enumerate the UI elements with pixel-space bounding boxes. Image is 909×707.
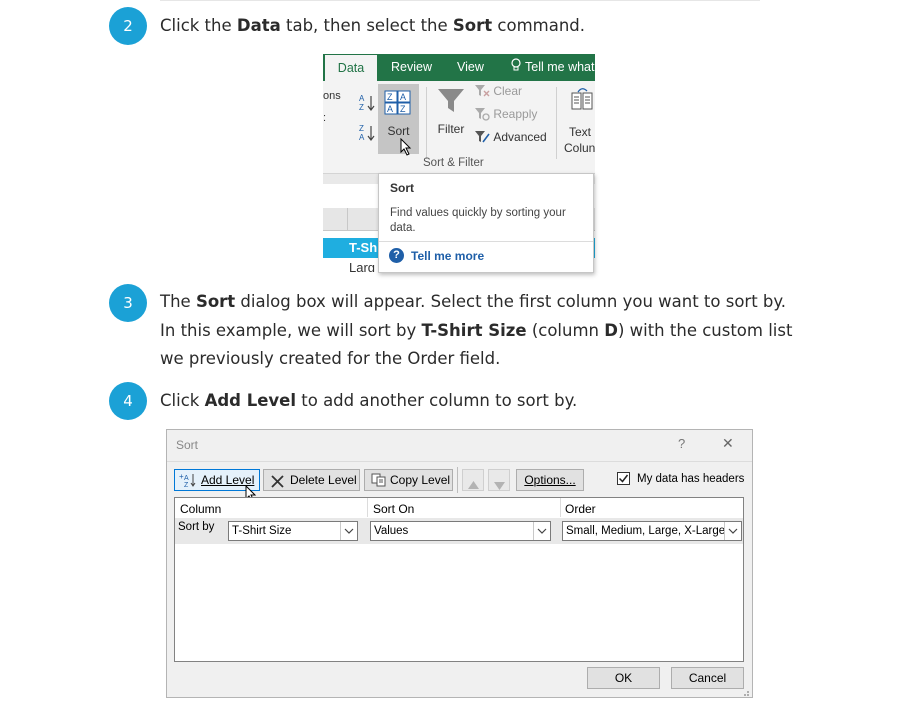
text-to-columns-icon — [571, 87, 593, 116]
svg-text:A: A — [359, 94, 365, 103]
svg-text:Z: Z — [400, 104, 406, 114]
sort-button[interactable]: ZAAZ Sort — [378, 84, 419, 156]
svg-text:Z: Z — [387, 92, 393, 102]
add-level-icon: + A Z — [179, 472, 197, 494]
tooltip-description: Find values quickly by sorting your data… — [390, 207, 566, 234]
svg-text:Z: Z — [359, 103, 364, 112]
reapply-icon — [474, 108, 490, 124]
move-down-button[interactable] — [488, 469, 510, 491]
move-up-button[interactable] — [462, 469, 484, 491]
sort-on-header: Sort On — [373, 502, 415, 516]
checkmark-icon — [618, 474, 629, 483]
step-2-text: Click the Data tab, then select the Sort… — [160, 16, 586, 35]
cell-text: Larg — [349, 260, 376, 272]
svg-text:Z: Z — [184, 482, 189, 488]
arrow-up-icon — [468, 475, 479, 495]
advanced-button[interactable]: Advanced — [474, 130, 547, 147]
cancel-button[interactable]: Cancel — [671, 667, 744, 689]
column-select[interactable]: T-Shirt Size — [228, 521, 358, 541]
sort-filter-group-label: Sort & Filter — [423, 157, 484, 169]
order-select[interactable]: Small, Medium, Large, X-Large — [562, 521, 742, 541]
partial-group-label: ons — [323, 90, 341, 102]
mouse-cursor-icon — [400, 137, 412, 159]
tab-tell-me[interactable]: Tell me what — [511, 54, 594, 81]
dialog-title: Sort — [176, 438, 199, 452]
partial-dot: : — [323, 112, 327, 124]
columns-label: Colun — [564, 141, 595, 155]
chevron-down-icon — [724, 522, 741, 540]
funnel-icon — [437, 87, 465, 118]
close-icon[interactable]: ✕ — [722, 435, 734, 452]
clear-filter-icon — [474, 85, 490, 101]
sort-icon: ZAAZ — [384, 90, 412, 119]
step-number-badge: 2 — [109, 7, 147, 45]
group-separator — [556, 87, 557, 159]
header-cell-text: T-Sh — [349, 240, 378, 255]
options-button[interactable]: Options... — [516, 469, 584, 491]
reapply-button[interactable]: Reapply — [474, 107, 537, 124]
resize-grip-icon[interactable] — [741, 686, 750, 700]
advanced-filter-icon — [474, 131, 490, 147]
headers-checkbox[interactable] — [617, 472, 630, 485]
delete-level-button[interactable]: Delete Level — [263, 469, 360, 491]
lightbulb-icon — [511, 54, 521, 81]
group-separator — [426, 87, 427, 159]
sort-by-label: Sort by — [178, 521, 215, 533]
sort-dialog: Sort ? ✕ + A Z Add Level Delete Level Copy… — [166, 429, 753, 698]
tooltip-divider — [379, 241, 593, 242]
svg-text:Z: Z — [359, 124, 364, 133]
svg-text:A: A — [184, 475, 189, 482]
sort-a-to-z-icon[interactable]: AZ — [359, 93, 375, 116]
copy-level-button[interactable]: Copy Level — [364, 469, 453, 491]
step-number-badge: 4 — [109, 382, 147, 420]
step-4-text: Click Add Level to add another column to… — [160, 391, 578, 410]
tab-data[interactable]: Data — [325, 54, 377, 82]
sort-levels-grid: Column Sort On Order Sort by T-Shirt Siz… — [174, 497, 744, 662]
tooltip-title: Sort — [390, 181, 414, 195]
help-icon[interactable]: ? — [678, 436, 685, 451]
ribbon-body: ons : AZ ZA ZAAZ Sort Filter Clear Reapp… — [323, 81, 595, 174]
chevron-down-icon — [533, 522, 550, 540]
sort-on-select[interactable]: Values — [370, 521, 551, 541]
svg-text:A: A — [400, 92, 406, 102]
arrow-down-icon — [494, 476, 505, 496]
tell-me-more-link[interactable]: ? Tell me more — [389, 248, 484, 263]
svg-text:A: A — [387, 104, 393, 114]
delete-x-icon — [271, 474, 284, 494]
top-divider — [160, 0, 760, 1]
sort-z-to-a-icon[interactable]: ZA — [359, 123, 375, 146]
headers-checkbox-label[interactable]: My data has headers — [637, 473, 744, 485]
order-header: Order — [565, 502, 596, 516]
help-circle-icon: ? — [389, 248, 404, 263]
tab-view[interactable]: View — [457, 54, 484, 81]
step-number-badge: 3 — [109, 284, 147, 322]
text-label: Text — [569, 125, 592, 139]
ribbon-tab-bar: Data Review View Tell me what — [323, 54, 595, 82]
tab-review[interactable]: Review — [391, 54, 432, 81]
copy-icon — [371, 473, 387, 493]
ok-button[interactable]: OK — [587, 667, 660, 689]
column-header: Column — [180, 502, 222, 516]
sort-label: Sort — [387, 124, 410, 138]
text-to-columns-button[interactable]: Text Colun — [563, 85, 595, 155]
filter-button[interactable]: Filter — [433, 85, 469, 145]
step-3-text: The Sort dialog box will appear. Select … — [160, 292, 793, 368]
clear-button[interactable]: Clear — [474, 84, 522, 101]
svg-text:A: A — [359, 133, 365, 142]
sort-tooltip: Sort Find values quickly by sorting your… — [378, 173, 594, 273]
filter-label: Filter — [437, 122, 465, 136]
chevron-down-icon — [340, 522, 357, 540]
